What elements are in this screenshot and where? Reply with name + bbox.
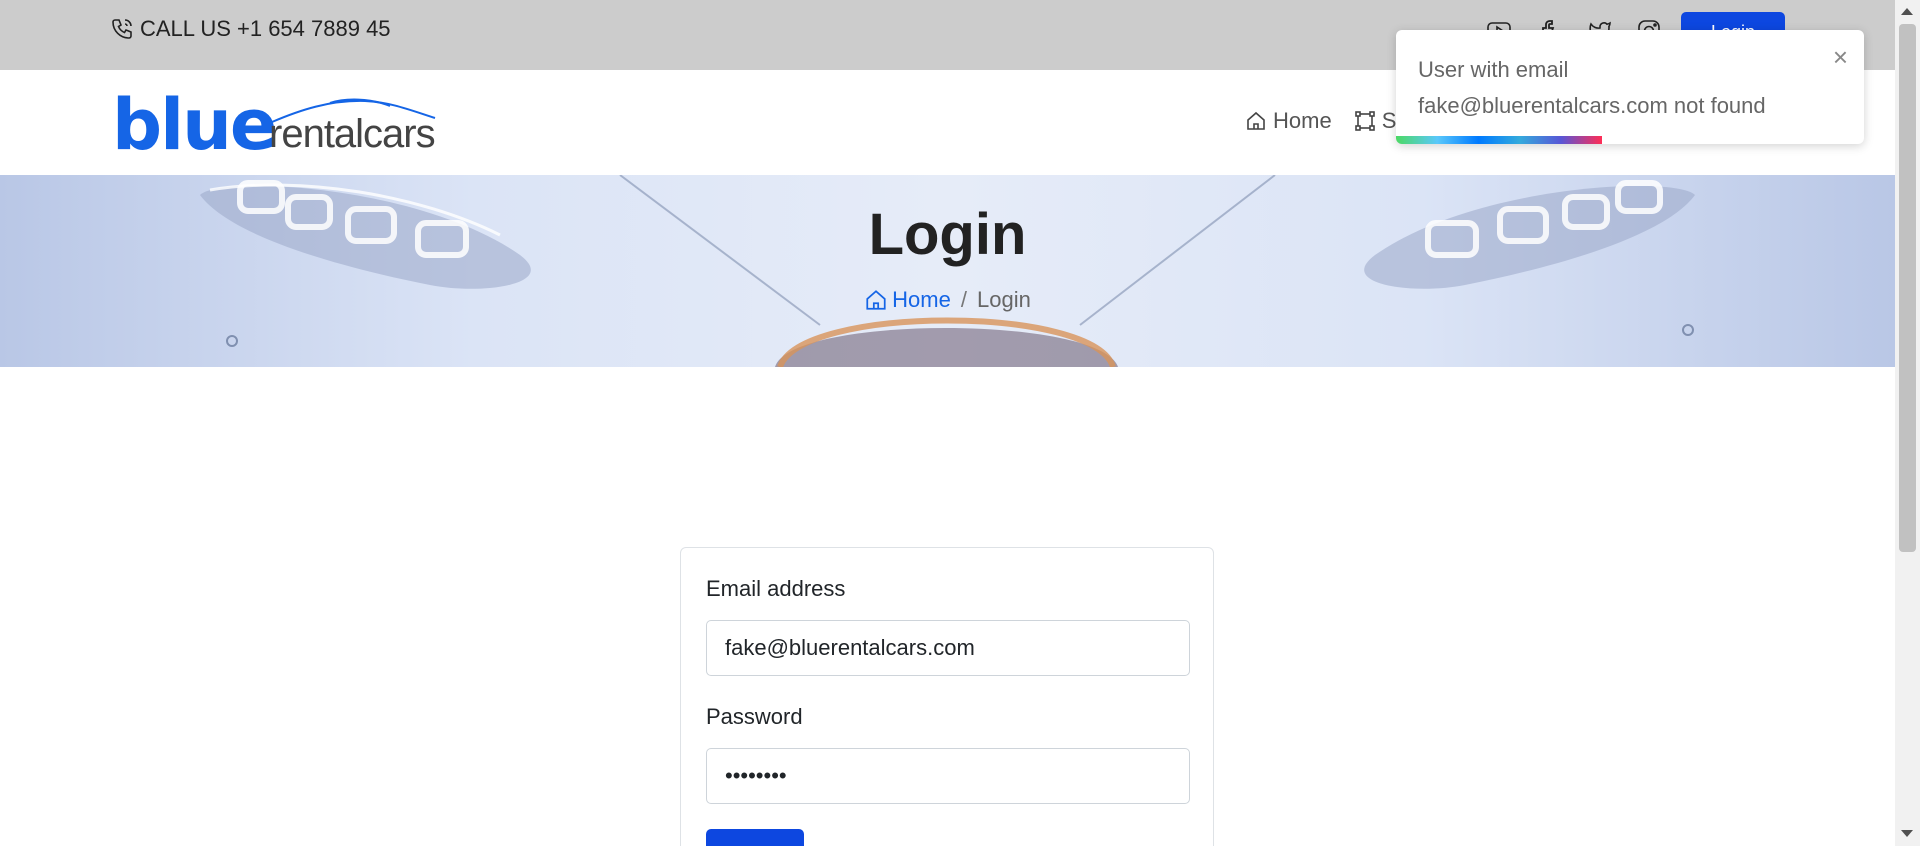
nav-item-home[interactable]: Home — [1245, 108, 1332, 134]
phone-icon — [112, 19, 132, 39]
home-icon — [866, 290, 886, 310]
page-scrollbar[interactable] — [1895, 0, 1920, 846]
email-field[interactable] — [706, 620, 1190, 676]
password-label: Password — [706, 704, 803, 729]
breadcrumb-separator: / — [960, 287, 967, 312]
breadcrumb-home[interactable]: Home — [864, 287, 951, 313]
nav-home-label: Home — [1273, 108, 1332, 133]
password-field[interactable] — [706, 748, 1190, 804]
toast-message-line1: User with email — [1418, 57, 1569, 82]
page-viewport: CALL US +1 654 7889 45 Login blue — [0, 0, 1895, 846]
page-hero: Login Home / Login — [0, 175, 1895, 367]
toast-progress-bar — [1396, 136, 1602, 144]
nav-services-label: S — [1381, 108, 1397, 133]
call-us-text: CALL US +1 654 7889 45 — [140, 16, 391, 41]
toast-message-line2: fake@bluerentalcars.com not found — [1418, 93, 1766, 118]
breadcrumb-home-label: Home — [892, 287, 951, 312]
nav-item-services[interactable]: S — [1354, 108, 1397, 134]
error-toast: User with email fake@bluerentalcars.com … — [1396, 30, 1864, 144]
scroll-down-arrow-icon[interactable] — [1901, 830, 1913, 837]
scroll-up-arrow-icon[interactable] — [1901, 8, 1913, 15]
scroll-thumb[interactable] — [1899, 24, 1916, 552]
call-us[interactable]: CALL US +1 654 7889 45 — [110, 16, 391, 42]
toast-message: User with email fake@bluerentalcars.com … — [1418, 52, 1818, 124]
login-submit-button[interactable] — [706, 829, 804, 846]
selection-icon — [1354, 111, 1375, 131]
home-icon — [1247, 111, 1265, 130]
logo-rentalcars-text: rentalcars — [269, 112, 436, 156]
site-logo[interactable]: blue rentalcars — [110, 84, 436, 166]
email-label: Email address — [706, 576, 846, 601]
page-title: Login — [868, 202, 1027, 267]
breadcrumb-current: Login — [976, 287, 1031, 312]
breadcrumb: Home / Login — [0, 287, 1895, 313]
main-nav: Home S — [1245, 108, 1396, 134]
login-form-card: Email address Password — [680, 547, 1214, 846]
close-icon[interactable]: × — [1833, 42, 1848, 73]
logo-blue-text: blue — [112, 84, 277, 166]
